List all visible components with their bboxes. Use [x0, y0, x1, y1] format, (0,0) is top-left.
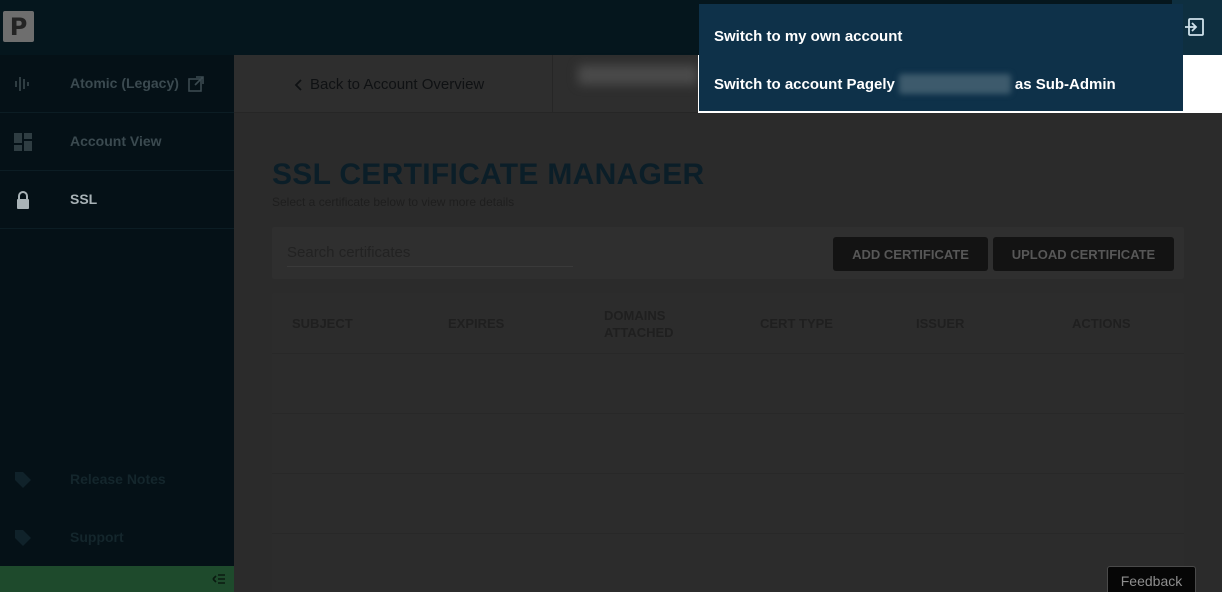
menu-item-label-prefix: Switch to account Pagely [714, 75, 895, 93]
search-certificates-input[interactable] [287, 239, 573, 267]
external-link-icon [188, 76, 204, 92]
sidebar-item-ssl[interactable]: SSL [0, 171, 234, 229]
tag-icon [15, 472, 31, 488]
certificates-table: SUBJECT EXPIRES DOMAINS ATTACHED CERT TY… [272, 293, 1184, 592]
sidebar-item-account-view[interactable]: Account View [0, 113, 234, 171]
sidebar-item-label: Atomic (Legacy) [70, 75, 179, 91]
column-header-actions: ACTIONS [1072, 316, 1131, 331]
menu-item-switch-own-account[interactable]: Switch to my own account [714, 28, 902, 45]
sidebar-collapse-bar[interactable] [0, 566, 234, 592]
sidebar-item-label: SSL [70, 191, 98, 207]
back-link-label: Back to Account Overview [310, 76, 485, 93]
table-row [272, 414, 1184, 474]
menu-item-label-suffix: as Sub-Admin [1014, 75, 1116, 93]
back-to-account-overview-link[interactable]: Back to Account Overview [294, 76, 484, 93]
menu-item-switch-sub-admin[interactable]: Switch to account Pagely as Sub-Admin [714, 74, 1116, 94]
column-header-expires[interactable]: EXPIRES [448, 293, 504, 354]
redacted-account-name [898, 74, 1011, 94]
page-subtitle: Select a certificate below to view more … [272, 195, 515, 209]
sidebar-item-release-notes[interactable]: Release Notes [0, 451, 234, 509]
table-header: SUBJECT EXPIRES DOMAINS ATTACHED CERT TY… [272, 293, 1184, 354]
sidebar-item-label: Account View [70, 133, 162, 149]
table-row [272, 354, 1184, 414]
add-certificate-button[interactable]: ADD CERTIFICATE [833, 237, 988, 271]
sidebar-item-label: Support [70, 529, 124, 545]
menu-item-label: Switch to my own account [714, 28, 903, 45]
dashboard-icon [14, 133, 32, 151]
certificate-toolbar: ADD CERTIFICATE UPLOAD CERTIFICATE [272, 227, 1184, 279]
table-row [272, 474, 1184, 534]
soundwave-icon [15, 77, 29, 91]
main-content: Back to Account Overview SSL CERTIFICATE… [234, 55, 1222, 592]
page-title: SSL CERTIFICATE MANAGER [272, 158, 705, 191]
pagely-logo[interactable]: P [3, 11, 34, 42]
feedback-button[interactable]: Feedback [1107, 566, 1196, 592]
sidebar-item-atomic-legacy[interactable]: Atomic (Legacy) [0, 55, 234, 113]
sidebar-item-support[interactable]: Support [0, 509, 234, 567]
redacted-account-name [578, 65, 698, 85]
column-header-issuer[interactable]: ISSUER [916, 293, 964, 354]
column-header-domains-attached[interactable]: DOMAINS ATTACHED [604, 293, 694, 354]
divider [552, 55, 553, 113]
collapse-sidebar-icon[interactable] [212, 572, 226, 586]
column-header-cert-type[interactable]: CERT TYPE [760, 293, 833, 354]
sidebar-item-label: Release Notes [70, 471, 166, 487]
sidebar: Atomic (Legacy) Account View SSL Release… [0, 55, 234, 592]
chevron-left-icon [294, 78, 302, 91]
logout-icon[interactable] [1184, 16, 1206, 38]
lock-icon [17, 191, 29, 209]
upload-certificate-button[interactable]: UPLOAD CERTIFICATE [993, 237, 1174, 271]
account-switcher-menu: Switch to my own account Switch to accou… [699, 4, 1183, 111]
tag-icon [15, 530, 31, 546]
column-header-subject[interactable]: SUBJECT [292, 293, 353, 354]
